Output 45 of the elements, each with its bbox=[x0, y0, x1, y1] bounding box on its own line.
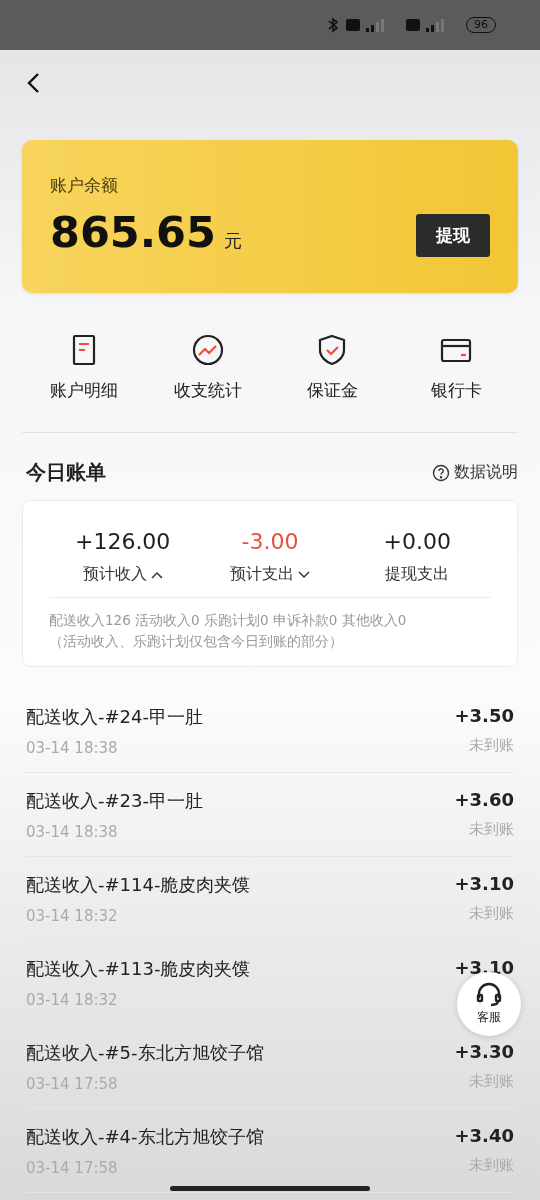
transaction-time: 03-14 17:58 bbox=[26, 1075, 118, 1093]
bluetooth-icon bbox=[328, 17, 338, 33]
transaction-amount: +3.50 bbox=[454, 705, 514, 726]
chevron-down-icon bbox=[298, 570, 310, 579]
transaction-amount: +3.10 bbox=[454, 873, 514, 894]
transaction-status: 未到账 bbox=[469, 820, 514, 839]
transaction-status: 未到账 bbox=[469, 736, 514, 755]
data-help-link[interactable]: 数据说明 bbox=[432, 462, 518, 483]
trend-chart-icon bbox=[191, 333, 225, 367]
headset-icon bbox=[475, 982, 503, 1008]
balance-label: 账户余额 bbox=[50, 174, 119, 197]
transaction-time: 03-14 18:38 bbox=[26, 823, 118, 841]
transaction-time: 03-14 18:32 bbox=[26, 907, 118, 925]
shortcut-button[interactable]: 账户明细 bbox=[22, 333, 146, 402]
balance-amount: 865.65 bbox=[50, 207, 216, 257]
transaction-time: 03-14 18:32 bbox=[26, 991, 118, 1009]
chevron-up-icon bbox=[150, 570, 163, 579]
shortcut-button[interactable]: 收支统计 bbox=[146, 333, 270, 402]
back-icon[interactable] bbox=[26, 72, 40, 94]
summary-value: -3.00 bbox=[241, 529, 299, 554]
withdraw-button[interactable]: 提现 bbox=[416, 214, 490, 257]
transaction-amount: +3.40 bbox=[454, 1125, 514, 1146]
summary-value: +126.00 bbox=[74, 529, 171, 554]
transaction-title: 配送收入-#5-东北方旭饺子馆 bbox=[26, 1041, 264, 1065]
summary-value: +0.00 bbox=[383, 529, 452, 554]
transaction-title: 配送收入-#114-脆皮肉夹馍 bbox=[26, 873, 251, 897]
transaction-status: 未到账 bbox=[469, 1072, 514, 1091]
help-icon bbox=[432, 463, 450, 482]
transaction-amount: +3.60 bbox=[454, 789, 514, 810]
transaction-amount: +3.30 bbox=[454, 1041, 514, 1062]
transaction-title: 配送收入-#23-甲一肚 bbox=[26, 789, 203, 813]
shortcut-button[interactable]: 银行卡 bbox=[394, 333, 518, 402]
transaction-time: 03-14 18:38 bbox=[26, 739, 118, 757]
transaction-status: 未到账 bbox=[469, 904, 514, 923]
income-breakdown: 配送收入126 活动收入0 乐跑计划0 申诉补款0 其他收入0 bbox=[49, 611, 408, 630]
currency-unit: 元 bbox=[223, 229, 242, 253]
breakdown-note: （活动收入、乐跑计划仅包含今日到账的部分） bbox=[49, 632, 344, 651]
summary-label: 提现支出 bbox=[385, 564, 450, 585]
shortcut-button[interactable]: 保证金 bbox=[270, 333, 394, 402]
section-title: 今日账单 bbox=[26, 459, 106, 486]
summary-label[interactable]: 预计收入 bbox=[82, 564, 163, 585]
transaction-title: 配送收入-#24-甲一肚 bbox=[26, 705, 203, 729]
summary-label[interactable]: 预计支出 bbox=[230, 564, 310, 585]
transaction-title: 配送收入-#4-东北方旭饺子馆 bbox=[26, 1125, 264, 1149]
transaction-title: 配送收入-#113-脆皮肉夹馍 bbox=[26, 957, 251, 981]
